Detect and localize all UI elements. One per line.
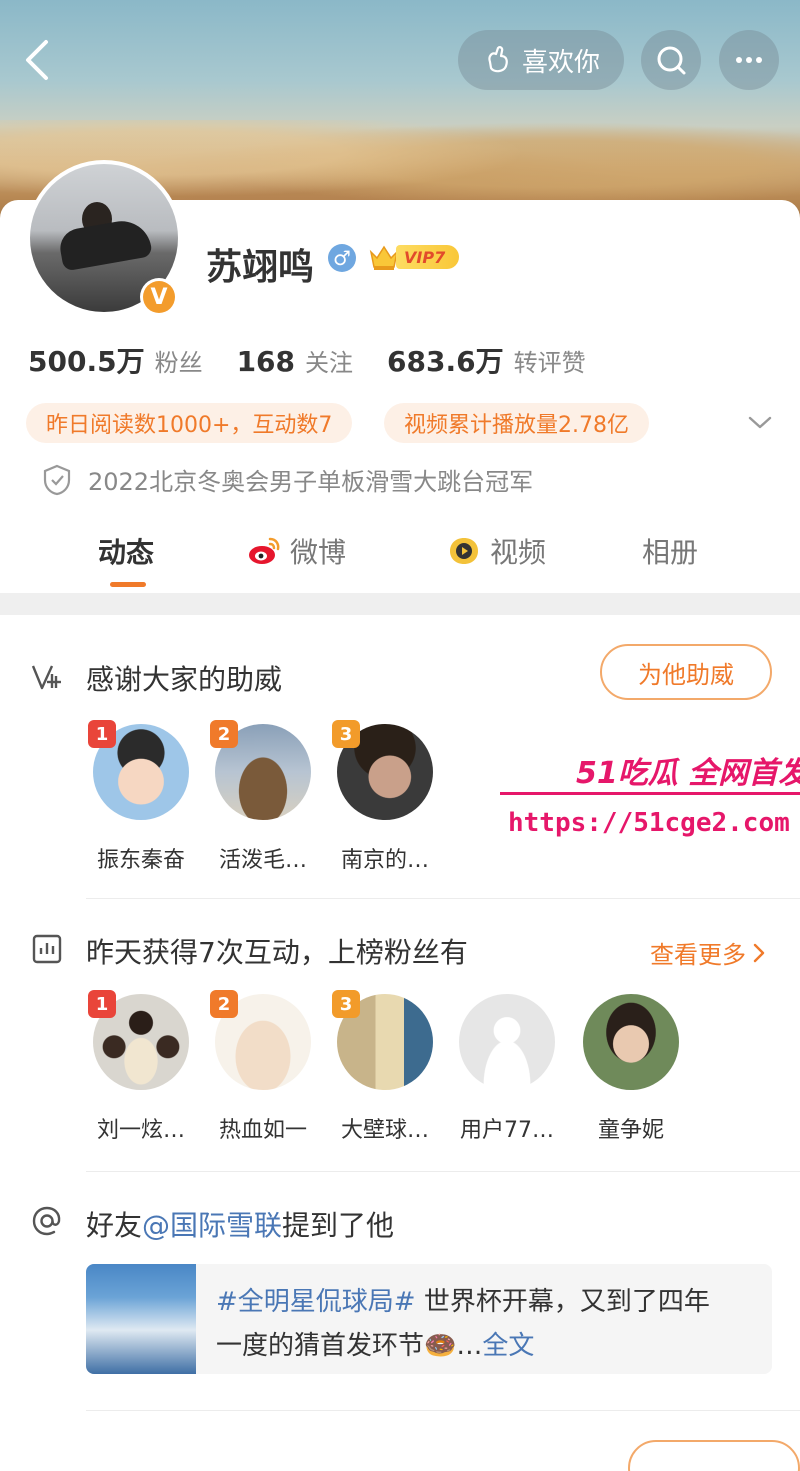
full-text-link[interactable]: 全文 [482, 1331, 534, 1361]
default-avatar-icon [459, 994, 555, 1090]
like-you-label: 喜欢你 [521, 47, 600, 78]
support-fan-2[interactable]: 2 活泼毛… [208, 720, 318, 874]
rank-badge: 1 [88, 990, 116, 1018]
active-tab-indicator [110, 582, 146, 587]
following-label: 关注 [305, 349, 354, 377]
vip-level-label: VIP7 [396, 245, 460, 269]
fan-name: 童争妮 [597, 1118, 664, 1143]
see-more-label: 查看更多 [650, 941, 746, 969]
chevron-left-icon [26, 40, 48, 80]
finger-heart-icon [488, 46, 508, 73]
chevron-right-icon [753, 943, 765, 962]
rank-badge: 3 [332, 990, 360, 1018]
support-section-title: 感谢大家的助威 [86, 663, 283, 696]
watermark-title: 51吃瓜 全网首发 [576, 756, 800, 791]
video-play-icon [450, 538, 478, 564]
watermark-divider [500, 792, 800, 795]
support-fan-3[interactable]: 3 南京的… [330, 720, 440, 874]
bar-chart-icon [32, 934, 62, 964]
support-fan-1[interactable]: 1 振东秦奋 [86, 720, 196, 874]
divider-line [86, 898, 800, 899]
search-button[interactable] [641, 30, 701, 90]
video-plays-pill[interactable]: 视频累计播放量2.78亿 [384, 403, 649, 443]
rank-badge: 3 [332, 720, 360, 748]
mentioned-post-card[interactable]: #全明星侃球局# 世界杯开幕，又到了四年 一度的猜首发环节🍩…全文 [86, 1264, 772, 1374]
verified-badge: V [140, 278, 178, 316]
interaction-fan-4[interactable]: 用户77… [452, 994, 562, 1144]
section-divider [0, 593, 800, 615]
tab-weibo-label: 微博 [290, 536, 347, 569]
tab-weibo[interactable]: 微博 [246, 528, 346, 574]
cheer-button[interactable]: 为他助威 [600, 644, 772, 700]
interaction-fan-2[interactable]: 2 热血如一 [208, 990, 318, 1144]
reading-stats-pill[interactable]: 昨日阅读数1000+，互动数7 [26, 403, 353, 443]
post-text-line1: 世界杯开幕，又到了四年 [415, 1287, 710, 1317]
rank-badge: 2 [210, 990, 238, 1018]
post-thumbnail [86, 1264, 196, 1374]
support-v-icon [31, 665, 61, 690]
profile-stats: 500.5万 粉丝 168 关注 683.6万 转评赞 [28, 340, 620, 380]
post-ellipsis: … [456, 1331, 483, 1361]
more-options-button[interactable] [719, 30, 779, 90]
at-mention-icon [32, 1206, 61, 1236]
tab-video-label: 视频 [490, 536, 547, 569]
interaction-fan-1[interactable]: 1 刘一炫… [86, 990, 196, 1144]
interaction-fan-3[interactable]: 3 大壁球… [330, 990, 440, 1144]
vip-badge[interactable]: VIP7 [368, 241, 460, 273]
certification-text: 2022北京冬奥会男子单板滑雪大跳台冠军 [88, 468, 534, 496]
fan-name: 振东秦奋 [96, 848, 185, 873]
engagement-label: 转评赞 [513, 349, 586, 377]
mention-user-link[interactable]: @国际雪联 [142, 1209, 282, 1242]
divider-line [86, 1410, 800, 1411]
interaction-section-title: 昨天获得7次互动，上榜粉丝有 [86, 936, 468, 969]
mention-prefix: 好友 [86, 1209, 143, 1242]
rank-badge: 1 [88, 720, 116, 748]
fan-name: 大壁球… [340, 1118, 429, 1143]
mention-suffix: 提到了他 [282, 1209, 395, 1242]
gender-male-icon: ♂ [328, 244, 356, 272]
following-count[interactable]: 168 [237, 345, 295, 378]
post-text-line2: 一度的猜首发环节 [216, 1331, 425, 1361]
fan-name: 活泼毛… [218, 848, 307, 873]
divider-line [86, 1171, 800, 1172]
interaction-fan-5[interactable]: 童争妮 [576, 994, 686, 1144]
fans-label: 粉丝 [154, 349, 203, 377]
more-dots-icon [736, 57, 762, 63]
fan-name: 热血如一 [218, 1118, 307, 1143]
donut-emoji-icon: 🍩 [424, 1331, 457, 1361]
certification-line: 2022北京冬奥会男子单板滑雪大跳台冠军 [42, 462, 533, 497]
engagement-count[interactable]: 683.6万 [387, 340, 504, 380]
mention-section-title: 好友@国际雪联提到了他 [86, 1204, 394, 1244]
next-section-peek [28, 1440, 800, 1471]
watermark-url: https://51cge2.com [508, 808, 790, 838]
post-text: #全明星侃球局# 世界杯开幕，又到了四年 一度的猜首发环节🍩…全文 [216, 1280, 756, 1368]
profile-tabs: 动态 微博 视频 相册 [0, 528, 800, 592]
fan-name: 用户77… [460, 1118, 554, 1143]
weibo-icon [249, 537, 280, 564]
tab-album-label: 相册 [642, 536, 699, 569]
back-button[interactable] [18, 36, 58, 84]
fan-avatar [583, 994, 679, 1090]
chevron-down-icon[interactable] [746, 408, 774, 436]
hashtag-link[interactable]: #全明星侃球局# [216, 1287, 416, 1317]
tab-dynamics-label: 动态 [98, 536, 155, 569]
profile-name: 苏翊鸣 [206, 247, 315, 288]
partial-follow-button[interactable] [628, 1440, 800, 1471]
fans-count[interactable]: 500.5万 [28, 340, 145, 380]
tab-album[interactable]: 相册 [642, 528, 698, 574]
tab-video[interactable]: 视频 [446, 528, 546, 574]
like-you-button[interactable]: 喜欢你 [458, 30, 624, 90]
see-more-link[interactable]: 查看更多 [650, 935, 768, 970]
tab-dynamics[interactable]: 动态 [98, 528, 154, 574]
fan-name: 刘一炫… [96, 1118, 185, 1143]
rank-badge: 2 [210, 720, 238, 748]
shield-check-icon [43, 464, 71, 495]
fan-name: 南京的… [340, 848, 429, 873]
search-icon [657, 46, 686, 75]
